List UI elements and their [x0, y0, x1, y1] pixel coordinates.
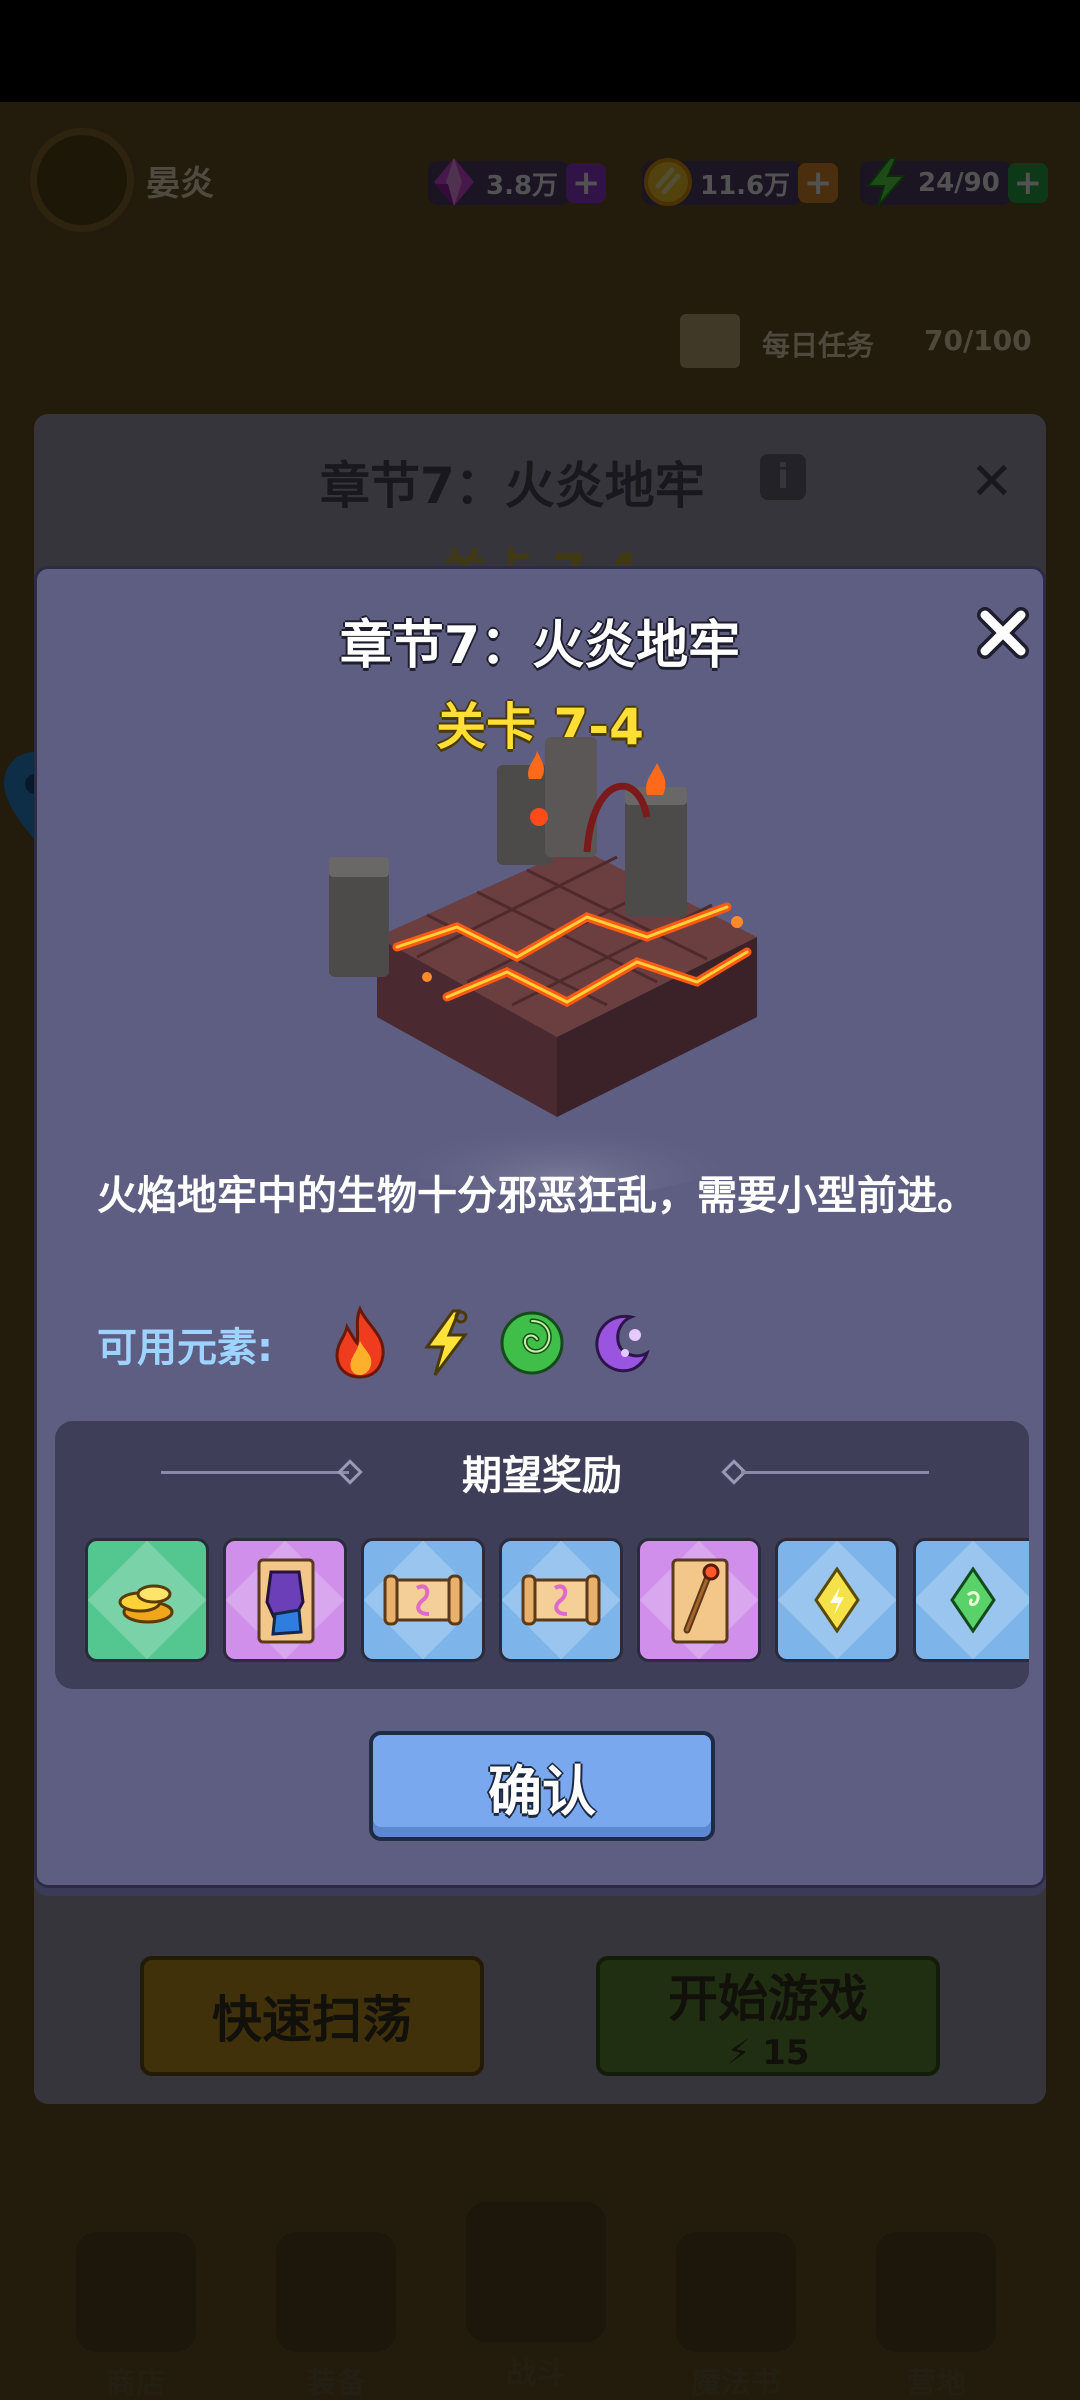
nav-equipment[interactable]: 装备: [246, 2232, 426, 2400]
close-icon[interactable]: [973, 603, 1033, 663]
rewards-panel: 期望奖励: [55, 1421, 1029, 1689]
fire-icon: [335, 1305, 385, 1379]
gold-coins-icon: [118, 1584, 174, 1624]
daily-task-label[interactable]: 每日任务: [762, 324, 874, 364]
armor-scroll-icon: [257, 1558, 315, 1644]
confirm-label: 确认: [488, 1759, 596, 1823]
shop-icon: [76, 2232, 196, 2352]
lightning-icon: [424, 1309, 468, 1376]
wind-icon: [500, 1311, 564, 1375]
player-avatar[interactable]: [30, 128, 134, 232]
reward-yellow-crystal[interactable]: [775, 1538, 899, 1662]
chapter-panel-title: 章节7：火炎地牢: [320, 457, 705, 515]
coin-resource: 11.6万 +: [642, 158, 839, 208]
reward-armor-scroll[interactable]: [223, 1538, 347, 1662]
nav-battle-label: 战斗: [506, 2356, 566, 2391]
ribbon-scroll-icon: [383, 1574, 463, 1626]
add-gem-button[interactable]: +: [566, 163, 607, 203]
nav-camp[interactable]: 营地: [846, 2232, 1026, 2400]
ribbon-scroll-icon: [521, 1574, 601, 1626]
yellow-crystal-icon: [814, 1566, 860, 1634]
gem-resource: 3.8万 +: [428, 158, 607, 208]
nav-battle[interactable]: 战斗: [446, 2202, 626, 2392]
divider: [741, 1471, 929, 1474]
add-energy-button[interactable]: +: [1007, 163, 1048, 203]
fire-dungeon-illustration: [329, 737, 757, 1197]
gold-coin-icon: [644, 158, 692, 206]
reward-ribbon-scroll[interactable]: [361, 1538, 485, 1662]
staff-scroll-icon: [671, 1558, 729, 1644]
close-icon[interactable]: ✕: [970, 452, 1014, 512]
level-detail-modal: 章节7：火炎地牢 关卡 7-4 火焰地牢中的生物十分邪恶狂乱，需要小型前进。 可…: [34, 566, 1046, 1888]
elements-label: 可用元素:: [97, 1325, 273, 1371]
reward-green-crystal[interactable]: [913, 1538, 1029, 1662]
daily-task-icon[interactable]: [680, 314, 740, 368]
nav-equipment-label: 装备: [306, 2366, 366, 2400]
quick-sweep-label: 快速扫荡: [212, 1991, 412, 2049]
reward-gold-coins[interactable]: [85, 1538, 209, 1662]
daily-task-count: 70/100: [924, 324, 1032, 357]
battle-swords-icon: [466, 2202, 606, 2342]
arcane-moon-icon: [595, 1314, 650, 1373]
energy-cost: ⚡ 15: [726, 2033, 810, 2073]
quick-sweep-button[interactable]: 快速扫荡: [140, 1956, 484, 2076]
reward-staff-scroll[interactable]: [637, 1538, 761, 1662]
add-coin-button[interactable]: +: [798, 163, 839, 203]
info-icon[interactable]: i: [760, 454, 806, 500]
energy-resource: 24/90 +: [860, 157, 1048, 208]
spellbook-icon: [676, 2232, 796, 2352]
nav-spellbook-label: 魔法书: [691, 2366, 781, 2400]
purple-gem-icon: [434, 158, 474, 206]
nav-spellbook[interactable]: 魔法书: [646, 2232, 826, 2400]
nav-shop[interactable]: 商店: [46, 2232, 226, 2400]
green-crystal-icon: [949, 1566, 996, 1634]
nav-camp-label: 营地: [906, 2366, 966, 2400]
reward-ribbon-scroll[interactable]: [499, 1538, 623, 1662]
camp-shield-icon: [876, 2232, 996, 2352]
start-game-label: 开始游戏: [668, 1970, 868, 2028]
energy-bolt-icon: [865, 157, 907, 207]
level-description: 火焰地牢中的生物十分邪恶狂乱，需要小型前进。: [97, 1173, 977, 1219]
nav-shop-label: 商店: [106, 2366, 166, 2400]
start-game-button[interactable]: 开始游戏 ⚡ 15: [596, 1956, 940, 2076]
confirm-button[interactable]: 确认: [369, 1731, 715, 1841]
modal-title: 章节7：火炎地牢: [339, 616, 741, 676]
equipment-icon: [276, 2232, 396, 2352]
player-name: 晏炎: [146, 164, 214, 204]
